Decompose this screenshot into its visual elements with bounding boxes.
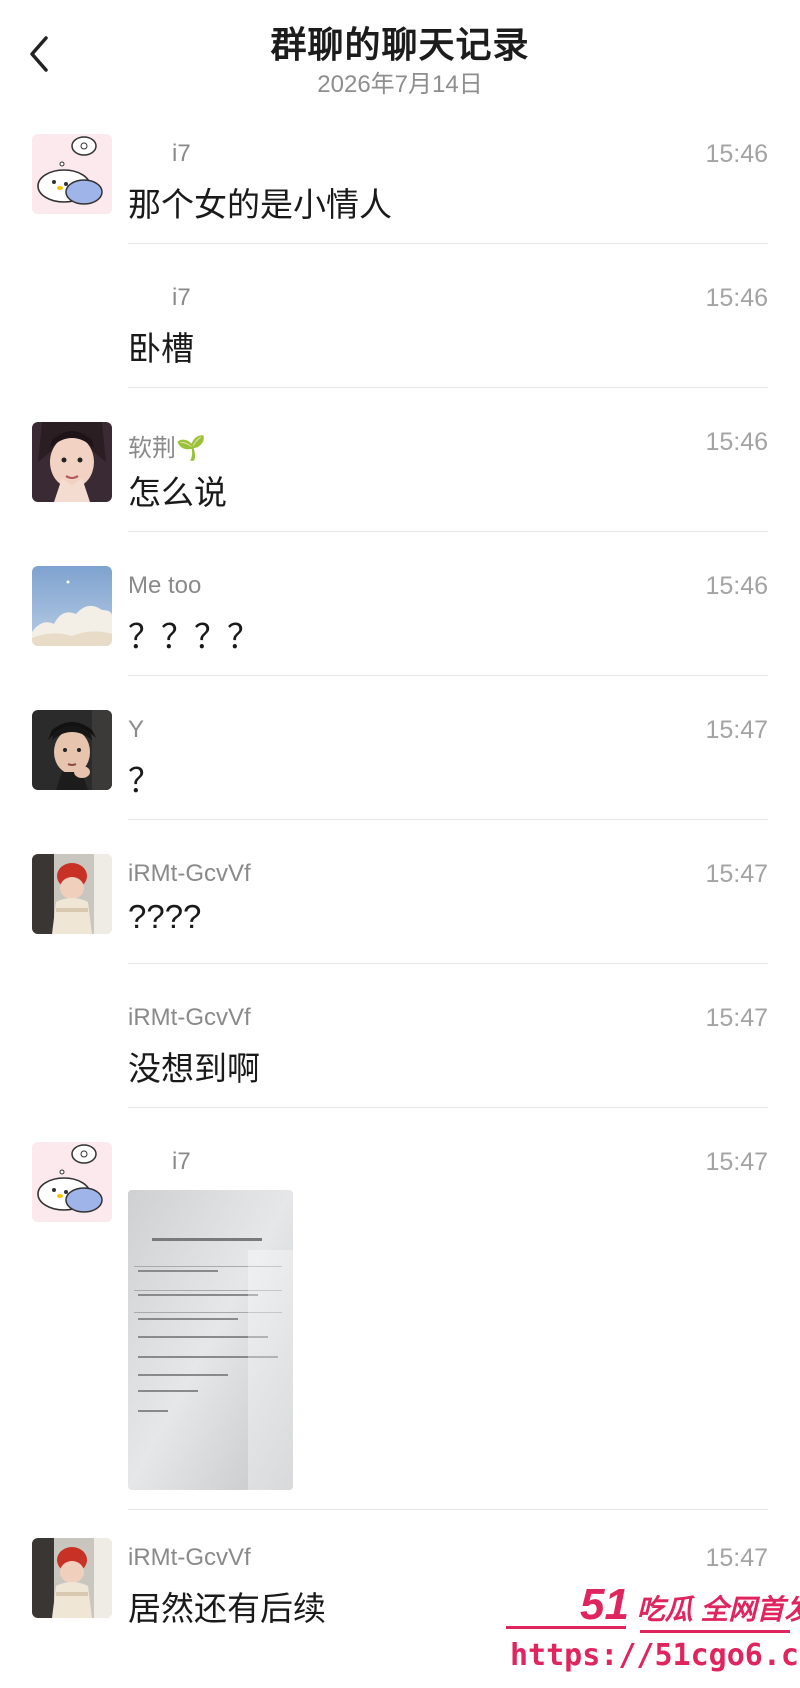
sender-name: iRMt-GcvVf bbox=[128, 1004, 251, 1031]
sender-name: iRMt-GcvVf bbox=[128, 1544, 251, 1571]
message-item[interactable]: Y 15:47 ？ bbox=[0, 710, 800, 820]
message-text: 没想到啊 bbox=[128, 1050, 260, 1087]
message-time: 15:47 bbox=[705, 1544, 768, 1572]
anime-girl-avatar[interactable] bbox=[32, 422, 112, 502]
watermark-url: https://51cgo6.com bbox=[510, 1638, 800, 1673]
sender-name: iRMt-GcvVf bbox=[128, 860, 251, 887]
message-time: 15:47 bbox=[705, 1004, 768, 1032]
chat-history-screen: 群聊的聊天记录 2026年7月14日 i7 15:46 那个女的是小情人 i7 … bbox=[0, 0, 800, 1688]
page-date: 2026年7月14日 bbox=[317, 71, 483, 98]
message-time: 15:46 bbox=[705, 284, 768, 312]
hello-kitty-avatar[interactable] bbox=[32, 134, 112, 214]
divider bbox=[128, 819, 768, 820]
sender-name: i7 bbox=[172, 1148, 191, 1175]
message-text: ？？？？ bbox=[128, 618, 260, 655]
sender-name: Y bbox=[128, 716, 145, 743]
message-item[interactable]: Me too 15:46 ？？？？ bbox=[0, 566, 800, 676]
message-item[interactable]: i7 15:47 bbox=[0, 1142, 800, 1510]
message-time: 15:47 bbox=[705, 1148, 768, 1176]
child-red-hat-avatar[interactable] bbox=[32, 854, 112, 934]
hello-kitty-avatar[interactable] bbox=[32, 1142, 112, 1222]
sender-name: i7 bbox=[172, 284, 191, 311]
watermark: 51 吃瓜 全网首发 https://51cgo6.com bbox=[500, 1580, 800, 1688]
divider bbox=[128, 243, 768, 244]
sender-name: 软荆🌱 bbox=[128, 435, 206, 462]
divider bbox=[128, 675, 768, 676]
document-photo[interactable] bbox=[128, 1190, 293, 1490]
sender-name: Me too bbox=[128, 572, 202, 599]
header: 群聊的聊天记录 2026年7月14日 bbox=[0, 0, 800, 100]
message-item[interactable]: i7 15:46 那个女的是小情人 bbox=[0, 134, 800, 244]
message-text: 那个女的是小情人 bbox=[128, 186, 392, 223]
message-time: 15:47 bbox=[705, 860, 768, 888]
divider bbox=[128, 963, 768, 964]
message-text: ???? bbox=[128, 898, 202, 935]
boy-portrait-avatar[interactable] bbox=[32, 710, 112, 790]
child-red-hat-avatar[interactable] bbox=[32, 1538, 112, 1618]
divider bbox=[128, 1509, 768, 1510]
message-item[interactable]: iRMt-GcvVf 15:47 没想到啊 bbox=[0, 998, 800, 1108]
divider bbox=[128, 531, 768, 532]
message-text: 怎么说 bbox=[128, 474, 227, 511]
message-time: 15:46 bbox=[705, 140, 768, 168]
message-text: 居然还有后续 bbox=[128, 1590, 326, 1627]
message-text: ？ bbox=[128, 762, 161, 799]
message-time: 15:46 bbox=[705, 572, 768, 600]
message-item[interactable]: iRMt-GcvVf 15:47 ???? bbox=[0, 854, 800, 964]
watermark-brand-number: 51 bbox=[580, 1580, 629, 1629]
sender-name: i7 bbox=[172, 140, 191, 167]
message-text: 卧槽 bbox=[128, 330, 194, 367]
divider bbox=[128, 1107, 768, 1108]
message-time: 15:46 bbox=[705, 428, 768, 456]
page-title: 群聊的聊天记录 bbox=[270, 24, 530, 65]
sky-clouds-avatar[interactable] bbox=[32, 566, 112, 646]
watermark-line bbox=[506, 1626, 626, 1629]
watermark-line bbox=[640, 1630, 790, 1633]
watermark-brand: 51 吃瓜 全网首发 bbox=[580, 1580, 800, 1630]
divider bbox=[128, 387, 768, 388]
message-item[interactable]: i7 15:46 卧槽 bbox=[0, 278, 800, 388]
message-item[interactable]: 软荆🌱 15:46 怎么说 bbox=[0, 422, 800, 532]
message-time: 15:47 bbox=[705, 716, 768, 744]
watermark-brand-text: 吃瓜 全网首发 bbox=[636, 1594, 800, 1625]
